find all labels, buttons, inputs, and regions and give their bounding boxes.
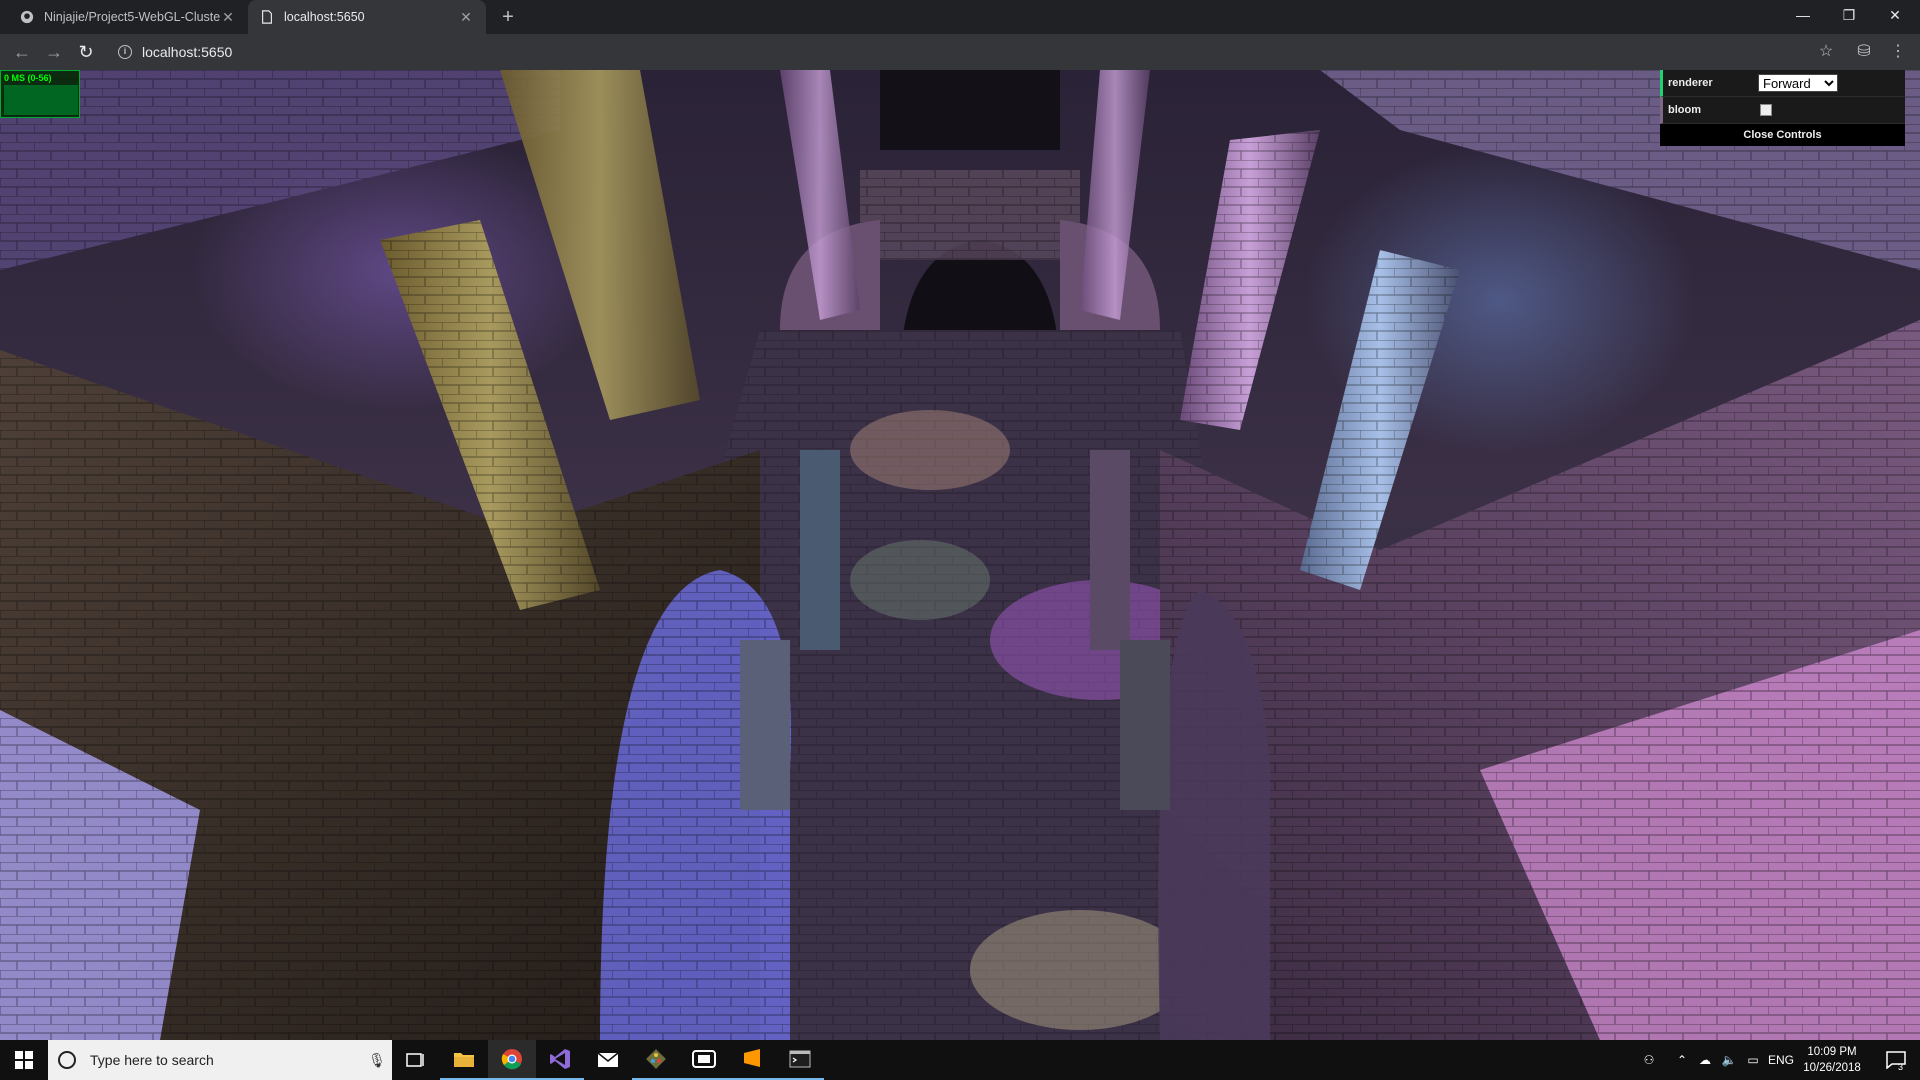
tab-github[interactable]: Ninjajie/Project5-WebGL-Cluster ✕	[8, 0, 248, 34]
renderer-label: renderer	[1668, 77, 1713, 89]
start-button[interactable]	[0, 1040, 48, 1080]
chrome-icon[interactable]	[488, 1040, 536, 1080]
reload-button[interactable]: ↻	[74, 40, 98, 64]
bloom-row: bloom	[1660, 97, 1905, 124]
search-placeholder: Type here to search	[90, 1052, 214, 1068]
close-controls-button[interactable]: Close Controls	[1660, 124, 1905, 146]
renderer-row: renderer Forward	[1660, 70, 1905, 97]
action-center-button[interactable]: 3	[1878, 1040, 1914, 1080]
taskbar: Type here to search 🎙 ⚇ ⌃ ☁ 🔈 ▭ ENG 10:0…	[0, 1040, 1920, 1080]
tab-localhost[interactable]: localhost:5650 ✕	[248, 0, 486, 34]
volume-icon[interactable]: 🔈	[1718, 1040, 1740, 1080]
task-view-icon[interactable]	[392, 1040, 440, 1080]
tab-title: localhost:5650	[284, 10, 365, 24]
renderer-select[interactable]: Forward	[1758, 74, 1838, 92]
cortana-icon	[58, 1051, 76, 1069]
bloom-label: bloom	[1668, 104, 1701, 116]
info-icon[interactable]: i	[118, 45, 132, 59]
search-box[interactable]: Type here to search 🎙	[48, 1040, 392, 1080]
people-icon[interactable]: ⚇	[1636, 1040, 1662, 1080]
clock-time: 10:09 PM	[1807, 1046, 1857, 1058]
git-icon[interactable]	[632, 1040, 680, 1080]
webgl-canvas[interactable]: 0 MS (0-56) renderer Forward bloom Close…	[0, 70, 1920, 1040]
fps-stats-text: 0 MS (0-56)	[4, 73, 52, 83]
address-bar[interactable]: i localhost:5650	[110, 38, 1830, 66]
fps-stats-panel[interactable]: 0 MS (0-56)	[0, 70, 80, 118]
tab-strip: Ninjajie/Project5-WebGL-Cluster ✕ localh…	[0, 0, 1920, 34]
restore-button[interactable]: ❐	[1826, 0, 1872, 30]
page-icon	[262, 10, 272, 24]
file-explorer-icon[interactable]	[440, 1040, 488, 1080]
menu-icon[interactable]: ⋮	[1886, 40, 1910, 64]
new-tab-button[interactable]: +	[496, 5, 520, 29]
close-tab-icon[interactable]: ✕	[458, 9, 474, 26]
mail-icon[interactable]	[584, 1040, 632, 1080]
visual-studio-icon[interactable]	[536, 1040, 584, 1080]
fps-graph	[4, 85, 78, 115]
clock[interactable]: 10:09 PM 10/26/2018	[1786, 1044, 1878, 1076]
onedrive-icon[interactable]: ☁	[1694, 1040, 1716, 1080]
notification-count: 3	[1898, 1062, 1904, 1072]
extension-icon[interactable]: ⛁	[1852, 40, 1876, 64]
tab-title: Ninjajie/Project5-WebGL-Cluster	[44, 10, 220, 24]
bookmark-star-icon[interactable]: ☆	[1814, 40, 1838, 64]
terminal-icon[interactable]	[776, 1040, 824, 1080]
minimize-button[interactable]: —	[1780, 0, 1826, 30]
close-tab-icon[interactable]: ✕	[220, 9, 236, 26]
network-icon[interactable]: ▭	[1742, 1040, 1764, 1080]
windows-logo-icon	[15, 1051, 33, 1069]
address-text: localhost:5650	[142, 44, 233, 60]
back-button[interactable]: ←	[10, 40, 34, 64]
controls-panel: renderer Forward bloom Close Controls	[1660, 70, 1905, 146]
sublime-text-icon[interactable]	[728, 1040, 776, 1080]
app-window-icon[interactable]	[680, 1040, 728, 1080]
browser-toolbar: ← → ↻ i localhost:5650 ☆ ⛁ ⋮	[0, 34, 1920, 70]
scene-render	[0, 70, 1920, 1040]
forward-button[interactable]: →	[42, 40, 66, 64]
close-window-button[interactable]: ✕	[1872, 0, 1918, 30]
github-icon	[20, 10, 34, 24]
microphone-icon[interactable]: 🎙	[362, 1052, 392, 1069]
chevron-up-icon[interactable]: ⌃	[1672, 1040, 1692, 1080]
bloom-checkbox[interactable]	[1760, 104, 1772, 116]
clock-date: 10/26/2018	[1803, 1062, 1861, 1074]
